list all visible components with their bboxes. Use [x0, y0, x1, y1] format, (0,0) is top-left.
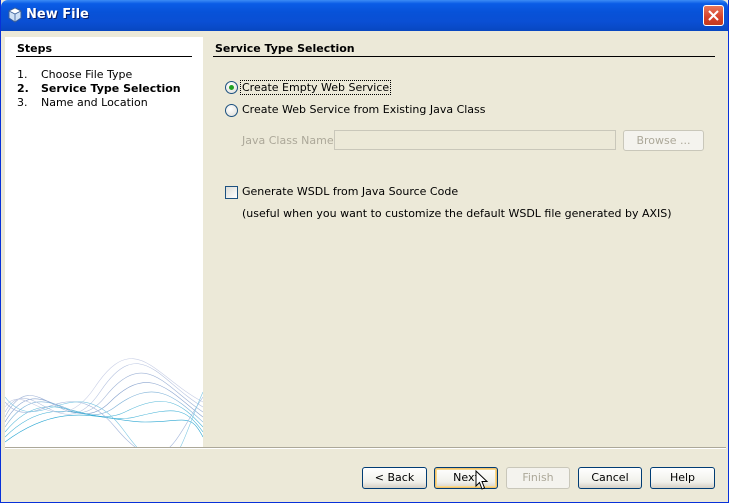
create-empty-web-service-label[interactable]: Create Empty Web Service: [240, 80, 392, 95]
back-button[interactable]: < Back: [362, 467, 427, 489]
help-button[interactable]: Help: [650, 467, 715, 489]
window-title: New File: [26, 7, 89, 22]
decorative-waves-graphic: [5, 358, 203, 447]
mouse-pointer-icon: [475, 470, 489, 490]
step-label: Name and Location: [41, 96, 148, 109]
step-label: Service Type Selection: [41, 82, 181, 95]
panel-title: Service Type Selection: [215, 42, 355, 55]
title-bar[interactable]: New File: [1, 0, 728, 31]
generate-wsdl-hint: (useful when you want to customize the d…: [242, 207, 672, 220]
footer-divider-highlight: [5, 448, 726, 449]
generate-wsdl-label[interactable]: Generate WSDL from Java Source Code: [242, 185, 458, 198]
step-label: Choose File Type: [41, 68, 133, 81]
finish-button[interactable]: Finish: [506, 467, 570, 489]
create-from-existing-java-class-label[interactable]: Create Web Service from Existing Java Cl…: [242, 103, 486, 116]
step-choose-file-type: 1. Choose File Type: [17, 68, 132, 81]
step-number: 2.: [17, 82, 29, 95]
netbeans-cube-icon: [8, 7, 22, 23]
steps-divider: [16, 56, 192, 57]
new-file-dialog: New File Steps 1. Choose File Type 2. Serv…: [0, 0, 729, 503]
steps-panel: Steps 1. Choose File Type 2. Service Type …: [5, 37, 203, 447]
panel-divider: [213, 56, 715, 57]
step-number: 3.: [17, 96, 28, 109]
java-class-name-field[interactable]: [334, 130, 616, 150]
radio-create-from-existing-java-class[interactable]: [225, 104, 238, 117]
browse-button[interactable]: Browse ...: [623, 130, 704, 151]
generate-wsdl-checkbox[interactable]: [225, 186, 238, 199]
close-icon: [708, 10, 719, 21]
step-number: 1.: [17, 68, 28, 81]
step-name-and-location: 3. Name and Location: [17, 96, 148, 109]
java-class-name-label: Java Class Name:: [242, 134, 338, 147]
step-service-type-selection: 2. Service Type Selection: [17, 82, 181, 95]
cancel-button[interactable]: Cancel: [578, 467, 642, 489]
radio-create-empty-web-service[interactable]: [225, 81, 238, 94]
steps-heading: Steps: [17, 42, 53, 55]
close-button[interactable]: [703, 5, 724, 26]
